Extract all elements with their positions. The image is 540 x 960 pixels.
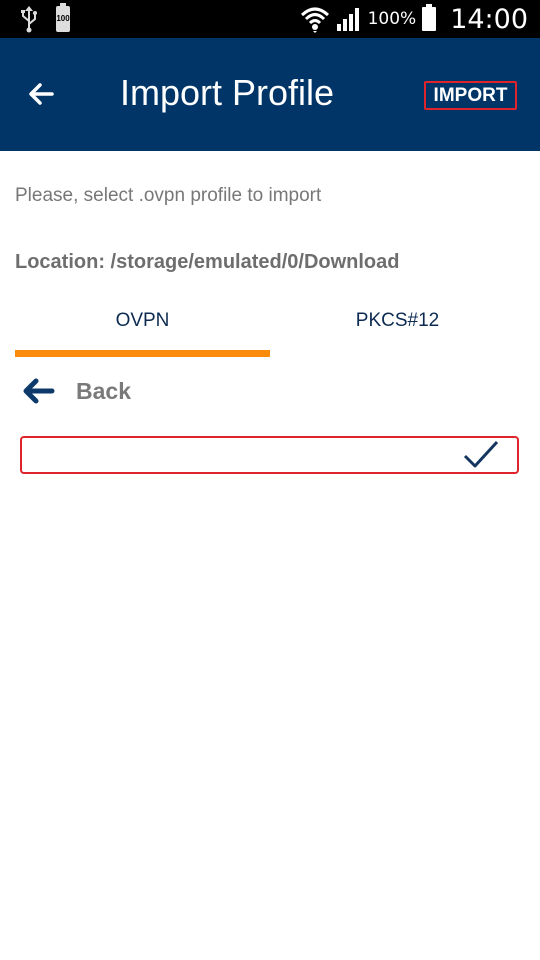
clock: 14:00 <box>450 3 528 35</box>
battery-notification-icon: 100 <box>56 3 70 32</box>
instruction-text: Please, select .ovpn profile to import <box>15 185 322 206</box>
file-list-item[interactable] <box>20 436 519 474</box>
wifi-icon <box>300 7 329 33</box>
status-bar: 100 100% 14:00 <box>0 0 540 38</box>
status-right: 100% 14:00 <box>300 0 528 38</box>
back-arrow-icon[interactable] <box>22 74 62 114</box>
back-arrow-icon <box>23 378 55 404</box>
status-left: 100 <box>20 3 70 34</box>
tab-selected-indicator <box>15 350 270 357</box>
import-button[interactable]: IMPORT <box>424 81 517 110</box>
tab-ovpn[interactable]: OVPN <box>15 310 270 350</box>
battery-icon <box>422 4 437 31</box>
back-label: Back <box>76 377 131 404</box>
tab-pkcs12[interactable]: PKCS#12 <box>270 310 525 350</box>
battery-percent: 100% <box>367 9 417 29</box>
app-bar: Import Profile IMPORT <box>0 38 540 151</box>
signal-icon <box>336 8 359 31</box>
checkmark-icon <box>463 440 499 468</box>
folder-back-button[interactable]: Back <box>20 372 131 410</box>
page-title: Import Profile <box>120 72 335 113</box>
location-path: Location: /storage/emulated/0/Download <box>15 251 400 273</box>
usb-icon <box>21 6 37 33</box>
